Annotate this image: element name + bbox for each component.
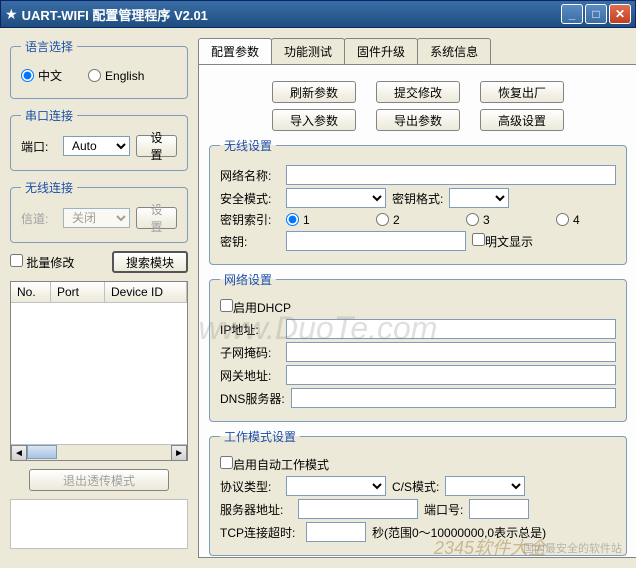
app-icon: ★ [5,6,18,23]
keyidx-2[interactable]: 2 [376,213,436,227]
tab-test[interactable]: 功能测试 [271,38,345,64]
protocol-label: 协议类型: [220,478,280,495]
tab-config[interactable]: 配置参数 [198,38,272,64]
keyidx-radios: 1 2 3 4 [286,213,616,227]
plaintext-checkbox[interactable]: 明文显示 [472,233,533,250]
keyidx-3[interactable]: 3 [466,213,526,227]
scroll-left-icon[interactable]: ◄ [11,445,27,461]
lang-en-radio[interactable]: English [88,69,144,83]
workmode-legend: 工作模式设置 [220,428,300,445]
channel-label: 信道: [21,210,57,227]
advanced-button[interactable]: 高级设置 [480,109,564,131]
key-input[interactable] [286,231,466,251]
button-row-1: 刷新参数 提交修改 恢复出厂 [209,81,627,103]
network-settings-group: 网络设置 启用DHCP IP地址: 子网掩码: 网关地址: DNS服务器 [209,271,627,422]
security-label: 安全模式: [220,190,280,207]
channel-select: 关闭 [63,208,130,228]
wireless-conn-group: 无线连接 信道: 关闭 设置 [10,179,188,243]
port-label: 端口: [21,138,57,155]
language-legend: 语言选择 [21,38,77,55]
content: 语言选择 中文 English 串口连接 端口: Auto 设置 [0,28,636,568]
device-table: No. Port Device ID ◄ ► [10,281,188,461]
ssid-label: 网络名称: [220,167,280,184]
button-row-2: 导入参数 导出参数 高级设置 [209,109,627,131]
ssid-input[interactable] [286,165,616,185]
mask-input[interactable] [286,342,616,362]
keyidx-4[interactable]: 4 [556,213,616,227]
gateway-input[interactable] [286,365,616,385]
ip-input[interactable] [286,319,616,339]
wireless-settings-legend: 无线设置 [220,137,276,154]
timeout-label: TCP连接超时: [220,524,300,541]
dns-label: DNS服务器: [220,390,285,407]
close-button[interactable]: ✕ [609,4,631,24]
dhcp-checkbox[interactable]: 启用DHCP [220,299,291,316]
timeout-input[interactable] [306,522,366,542]
col-device[interactable]: Device ID [105,282,187,302]
keyidx-1[interactable]: 1 [286,213,346,227]
refresh-button[interactable]: 刷新参数 [272,81,356,103]
csmode-label: C/S模式: [392,478,439,495]
restore-button[interactable]: 恢复出厂 [480,81,564,103]
tab-upgrade[interactable]: 固件升级 [344,38,418,64]
csmode-select[interactable] [445,476,525,496]
server-label: 服务器地址: [220,501,292,518]
batch-row: 批量修改 搜索模块 [10,251,188,273]
serial-group: 串口连接 端口: Auto 设置 [10,107,188,171]
serverport-input[interactable] [469,499,529,519]
dns-input[interactable] [291,388,616,408]
wireless-settings-group: 无线设置 网络名称: 安全模式: 密钥格式: 密钥索引: 1 2 3 [209,137,627,265]
window-title: UART-WIFI 配置管理程序 V2.01 [22,5,561,24]
table-body [11,303,187,443]
log-box [10,499,188,549]
tab-sysinfo[interactable]: 系统信息 [417,38,491,64]
maximize-button[interactable]: □ [585,4,607,24]
keyfmt-select[interactable] [449,188,509,208]
serial-legend: 串口连接 [21,107,77,124]
auto-checkbox[interactable]: 启用自动工作模式 [220,456,329,473]
serverport-label: 端口号: [424,501,463,518]
language-group: 语言选择 中文 English [10,38,188,99]
table-header: No. Port Device ID [11,282,187,303]
search-module-button[interactable]: 搜索模块 [112,251,188,273]
keyidx-label: 密钥索引: [220,211,280,228]
ip-label: IP地址: [220,321,280,338]
col-port[interactable]: Port [51,282,105,302]
wireless-set-button: 设置 [136,207,177,229]
lang-cn-radio[interactable]: 中文 [21,67,62,84]
submit-button[interactable]: 提交修改 [376,81,460,103]
horizontal-scrollbar[interactable]: ◄ ► [11,444,187,460]
export-button[interactable]: 导出参数 [376,109,460,131]
exit-transparent-button: 退出透传模式 [29,469,169,491]
tab-content: 刷新参数 提交修改 恢复出厂 导入参数 导出参数 高级设置 无线设置 网络名称:… [198,64,636,558]
workmode-group: 工作模式设置 启用自动工作模式 协议类型: C/S模式: 服务器地址: 端口号: [209,428,627,556]
key-label: 密钥: [220,233,280,250]
timeout-hint: 秒(范围0～10000000,0表示总是) [372,524,546,541]
scroll-right-icon[interactable]: ► [171,445,187,461]
serial-set-button[interactable]: 设置 [136,135,177,157]
import-button[interactable]: 导入参数 [272,109,356,131]
col-no[interactable]: No. [11,282,51,302]
keyfmt-label: 密钥格式: [392,190,443,207]
wireless-conn-legend: 无线连接 [21,179,77,196]
gateway-label: 网关地址: [220,367,280,384]
right-panel: 配置参数 功能测试 固件升级 系统信息 刷新参数 提交修改 恢复出厂 导入参数 … [198,38,636,558]
network-settings-legend: 网络设置 [220,271,276,288]
titlebar: ★ UART-WIFI 配置管理程序 V2.01 _ □ ✕ [0,0,636,28]
left-panel: 语言选择 中文 English 串口连接 端口: Auto 设置 [10,38,188,558]
server-input[interactable] [298,499,418,519]
security-select[interactable] [286,188,386,208]
minimize-button[interactable]: _ [561,4,583,24]
batch-checkbox[interactable]: 批量修改 [10,254,74,271]
window-buttons: _ □ ✕ [561,4,631,24]
port-select[interactable]: Auto [63,136,130,156]
mask-label: 子网掩码: [220,344,280,361]
protocol-select[interactable] [286,476,386,496]
tabs: 配置参数 功能测试 固件升级 系统信息 [198,38,636,64]
scroll-thumb[interactable] [27,445,57,459]
